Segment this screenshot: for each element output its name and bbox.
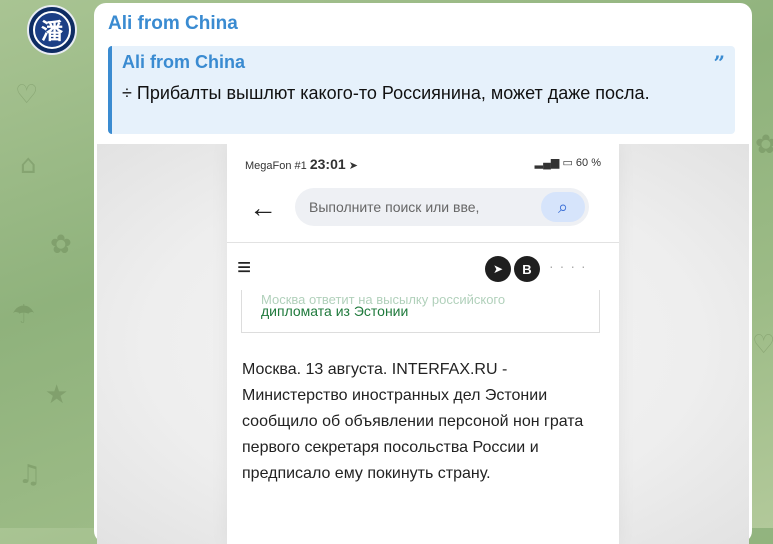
reply-sender-name: Ali from China <box>122 52 246 72</box>
phone-screenshot: MegaFon #1 23:01 ➤ ▂▄▆ ▭ 60 % ← Выполнит… <box>227 144 619 544</box>
message-photo[interactable]: MegaFon #1 23:01 ➤ ▂▄▆ ▭ 60 % ← Выполнит… <box>97 144 749 544</box>
quote-icon: ” <box>713 51 725 75</box>
avatar[interactable]: 潘 <box>27 5 77 55</box>
hamburger-menu-icon[interactable]: ≡ <box>237 256 251 280</box>
vk-icon[interactable]: B <box>514 256 540 282</box>
background-doodle: ♫ <box>18 460 42 490</box>
telegram-icon[interactable]: ➤ <box>485 256 511 282</box>
related-link[interactable]: дипломата из Эстонии <box>261 303 408 319</box>
battery-icon: ▭ <box>562 157 573 169</box>
signal-icon: ▂▄▆ <box>534 157 560 169</box>
status-bar-right: ▂▄▆ ▭ 60 % <box>535 156 601 169</box>
carrier-label: MegaFon #1 <box>245 160 307 172</box>
reply-quote[interactable]: Ali from China ÷ Прибалты вышлют какого-… <box>108 46 735 134</box>
background-doodle: ☂ <box>12 300 36 330</box>
search-input[interactable]: Выполните поиск или вве, ⌕ <box>295 188 589 226</box>
sender-name[interactable]: Ali from China <box>108 13 238 35</box>
background-doodle: ⌂ <box>20 150 37 180</box>
search-placeholder: Выполните поиск или вве, <box>309 199 480 215</box>
arrow-left-icon[interactable]: ← <box>249 194 277 222</box>
message-bubble: Ali from China Ali from China ÷ Прибалты… <box>94 3 752 544</box>
background-doodle: ★ <box>45 380 69 410</box>
background-doodle: ✿ <box>50 230 72 260</box>
divider <box>227 242 619 243</box>
background-doodle: ♡ <box>752 330 773 360</box>
avatar-glyph: 潘 <box>33 11 71 49</box>
location-icon: ➤ <box>348 160 358 172</box>
search-icon[interactable]: ⌕ <box>541 192 585 222</box>
reply-text: ÷ Прибалты вышлют какого-то Россиянина, … <box>122 83 650 103</box>
background-doodle: ✿ <box>755 130 773 160</box>
status-time: 23:01 <box>309 156 346 172</box>
article-body: Москва. 13 августа. INTERFAX.RU - Минист… <box>242 361 584 482</box>
status-bar-left: MegaFon #1 23:01 ➤ <box>245 156 358 172</box>
background-doodle: ♡ <box>15 80 39 110</box>
battery-level: 60 % <box>575 157 601 169</box>
more-dots-icon[interactable]: ···· <box>549 258 592 274</box>
